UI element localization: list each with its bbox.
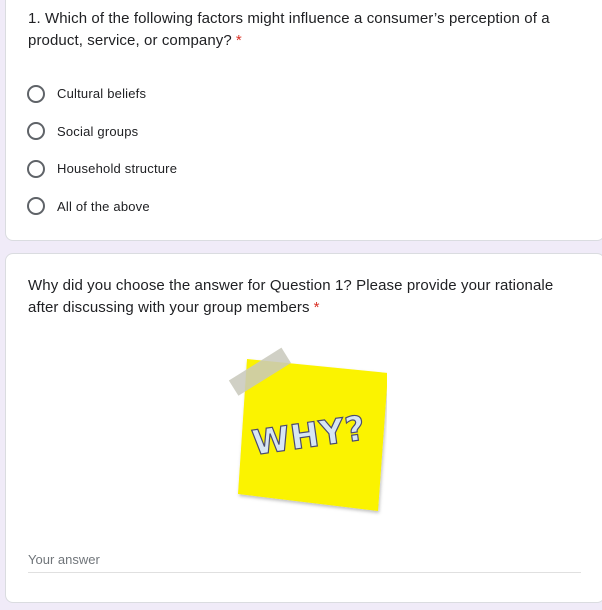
- radio-option-household-structure[interactable]: Household structure: [27, 150, 427, 188]
- sticky-note-illustration: WHY?: [228, 347, 388, 511]
- radio-button[interactable]: [27, 197, 45, 216]
- question-card-1: 1. Which of the following factors might …: [5, 0, 602, 241]
- radio-option-cultural-beliefs[interactable]: Cultural beliefs: [27, 75, 427, 113]
- option-label: All of the above: [57, 198, 150, 214]
- radio-options: Cultural beliefs Social groups Household…: [27, 75, 427, 225]
- required-asterisk: *: [235, 32, 242, 49]
- question-title-text: Why did you choose the answer for Questi…: [28, 277, 554, 316]
- option-label: Household structure: [57, 161, 178, 177]
- radio-option-social-groups[interactable]: Social groups: [27, 113, 427, 151]
- question-title-text: 1. Which of the following factors might …: [28, 10, 550, 49]
- radio-option-all-of-the-above[interactable]: All of the above: [27, 188, 427, 226]
- question-card-2: Why did you choose the answer for Questi…: [5, 253, 602, 603]
- question-title: Why did you choose the answer for Questi…: [28, 275, 588, 319]
- answer-input[interactable]: Your answer: [28, 548, 581, 573]
- option-label: Cultural beliefs: [57, 86, 147, 102]
- radio-button[interactable]: [27, 84, 45, 103]
- option-label: Social groups: [57, 123, 139, 139]
- question-title: 1. Which of the following factors might …: [28, 8, 588, 52]
- required-asterisk: *: [313, 299, 320, 316]
- sticky-note-image: WHY?: [227, 346, 388, 516]
- radio-button[interactable]: [27, 159, 45, 178]
- radio-button[interactable]: [27, 122, 45, 141]
